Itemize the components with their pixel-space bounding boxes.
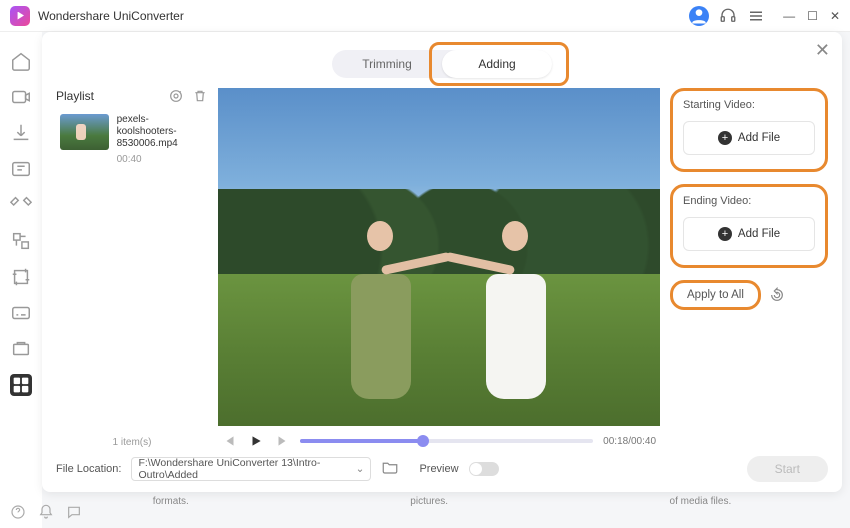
sidebar-record-icon[interactable] (10, 338, 32, 360)
sidebar-compress-icon[interactable] (10, 158, 32, 180)
app-title: Wondershare UniConverter (38, 9, 184, 23)
feedback-icon[interactable] (66, 504, 82, 520)
notification-bell-icon[interactable] (38, 504, 54, 520)
time-display: 00:18/00:40 (603, 436, 656, 447)
reset-icon[interactable] (769, 287, 785, 303)
background-card-text: formats. pictures. of media files. (42, 496, 842, 520)
file-location-input[interactable]: F:\Wondershare UniConverter 13\Intro-Out… (131, 457, 371, 481)
support-headset-icon[interactable] (719, 7, 737, 25)
sidebar-toolbox-icon[interactable] (10, 374, 32, 396)
video-preview[interactable] (218, 88, 660, 426)
ending-video-section: Ending Video: + Add File (670, 184, 828, 268)
preview-toggle[interactable] (469, 462, 499, 476)
settings-column: Starting Video: + Add File Ending Video:… (670, 88, 828, 448)
file-location-label: File Location: (56, 463, 121, 475)
sidebar-home-icon[interactable] (10, 50, 32, 72)
app-logo-icon (10, 6, 30, 26)
playlist-add-icon[interactable] (168, 88, 184, 104)
playlist-title: Playlist (56, 89, 94, 103)
add-ending-file-button[interactable]: + Add File (683, 217, 815, 251)
playlist-item-name: pexels-koolshooters-8530006.mp4 (117, 114, 204, 150)
start-button[interactable]: Start (747, 456, 828, 482)
add-file-label: Add File (738, 228, 780, 240)
add-file-label: Add File (738, 132, 780, 144)
plus-icon: + (718, 131, 732, 145)
sidebar-download-icon[interactable] (10, 122, 32, 144)
plus-icon: + (718, 227, 732, 241)
playlist-item-duration: 00:40 (117, 154, 204, 165)
mode-tabs: Trimming Adding (332, 50, 552, 78)
starting-video-section: Starting Video: + Add File (670, 88, 828, 172)
maximize-button[interactable]: ☐ (807, 9, 818, 23)
help-icon[interactable] (10, 504, 26, 520)
user-avatar-icon[interactable] (689, 6, 709, 26)
chevron-down-icon[interactable]: ⌄ (356, 463, 365, 475)
playlist-delete-icon[interactable] (192, 88, 208, 104)
starting-video-label: Starting Video: (683, 99, 815, 111)
open-folder-icon[interactable] (381, 458, 399, 481)
play-icon[interactable] (248, 434, 264, 448)
tab-adding[interactable]: Adding (442, 50, 552, 78)
preview-label: Preview (419, 463, 458, 475)
file-location-path: F:\Wondershare UniConverter 13\Intro-Out… (138, 457, 355, 481)
hamburger-menu-icon[interactable] (747, 7, 765, 25)
playlist-thumbnail (60, 114, 109, 150)
minimize-button[interactable]: — (783, 9, 795, 23)
intro-outro-panel: ✕ Trimming Adding Playlist pexels-koolsh… (42, 32, 842, 492)
add-starting-file-button[interactable]: + Add File (683, 121, 815, 155)
titlebar: Wondershare UniConverter — ☐ ✕ (0, 0, 850, 32)
sidebar-merge-icon[interactable] (10, 230, 32, 252)
playlist-count: 1 item(s) (56, 431, 208, 448)
sidebar-edit-icon[interactable] (10, 194, 32, 216)
footer-help-icons (10, 504, 82, 520)
next-frame-icon[interactable] (274, 434, 290, 448)
close-button[interactable]: ✕ (830, 9, 840, 23)
playback-controls: 00:18/00:40 (218, 434, 660, 448)
sidebar-crop-icon[interactable] (10, 266, 32, 288)
video-art (218, 88, 660, 426)
footer-row: File Location: F:\Wondershare UniConvert… (56, 456, 828, 482)
playlist-item[interactable]: pexels-koolshooters-8530006.mp4 00:40 (56, 110, 208, 169)
apply-to-all-button[interactable]: Apply to All (670, 280, 761, 310)
close-panel-icon[interactable]: ✕ (815, 40, 830, 61)
playback-timeline[interactable] (300, 439, 593, 443)
playlist-column: Playlist pexels-koolshooters-8530006.mp4… (56, 88, 208, 448)
prev-frame-icon[interactable] (222, 434, 238, 448)
tab-trimming[interactable]: Trimming (332, 50, 442, 78)
left-sidebar (0, 32, 42, 528)
sidebar-video-icon[interactable] (10, 86, 32, 108)
sidebar-subtitle-icon[interactable] (10, 302, 32, 324)
ending-video-label: Ending Video: (683, 195, 815, 207)
timeline-thumb[interactable] (417, 435, 429, 447)
